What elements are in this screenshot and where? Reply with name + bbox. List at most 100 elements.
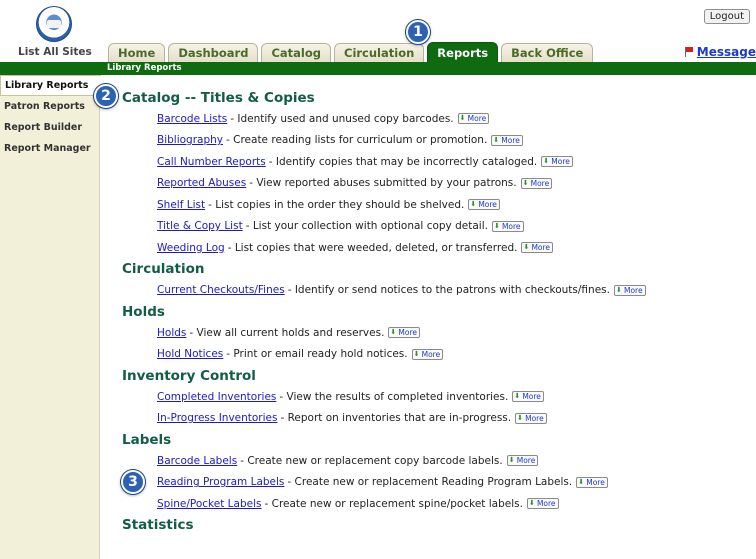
more-button[interactable]: ⬇ More	[515, 412, 547, 424]
tab-dashboard[interactable]: Dashboard	[168, 43, 259, 62]
callout-badge-1: 1	[406, 20, 430, 44]
more-button[interactable]: ⬇ More	[521, 242, 554, 254]
more-label: More	[586, 477, 605, 487]
more-label: More	[501, 135, 520, 145]
report-row: Completed Inventories - View the results …	[122, 386, 756, 408]
section-title-statistics: Statistics	[122, 517, 194, 533]
more-button[interactable]: ⬇ More	[411, 348, 444, 360]
report-link-barcode-lists[interactable]: Barcode Lists	[157, 113, 227, 125]
more-label: More	[501, 221, 521, 231]
tab-back-office[interactable]: Back Office	[501, 43, 594, 62]
section-title-labels: Labels	[122, 431, 172, 448]
report-link-spine-pocket-labels[interactable]: Spine/Pocket Labels	[157, 498, 261, 510]
report-link-barcode-labels[interactable]: Barcode Labels	[157, 455, 237, 467]
report-link-call-number-reports[interactable]: Call Number Reports	[157, 156, 266, 168]
report-description: - Create new or replacement copy barcode…	[240, 454, 503, 467]
report-link-current-checkouts-fines[interactable]: Current Checkouts/Fines	[157, 284, 285, 296]
chevron-down-icon: ⬇	[508, 456, 515, 465]
breadcrumb: Library Reports	[107, 63, 182, 73]
list-all-sites-link[interactable]: List All Sites	[18, 46, 92, 58]
report-description: - Report on inventories that are in-prog…	[280, 412, 512, 425]
more-button[interactable]: ⬇ More	[491, 220, 524, 232]
report-row: Barcode Lists - Identify used and unused …	[122, 108, 756, 130]
report-link-holds[interactable]: Holds	[157, 327, 186, 339]
report-link-completed-inventories[interactable]: Completed Inventories	[157, 391, 276, 403]
sidebar-item-library-reports[interactable]: Library Reports	[0, 75, 101, 96]
section-title-holds: Holds	[122, 303, 165, 320]
section-title-catalog-titles-copies: Catalog -- Titles & Copies	[122, 89, 315, 106]
tab-home[interactable]: Home	[108, 43, 166, 62]
tab-catalog[interactable]: Catalog	[261, 43, 331, 62]
report-link-shelf-list[interactable]: Shelf List	[157, 199, 205, 211]
report-row: Holds - View all current holds and reserv…	[122, 322, 756, 344]
chevron-down-icon: ⬇	[522, 178, 529, 187]
more-label: More	[531, 243, 551, 253]
chevron-down-icon: ⬇	[459, 114, 466, 123]
chevron-down-icon: ⬇	[493, 135, 500, 144]
report-row: Title & Copy List - List your collection …	[122, 216, 756, 238]
chevron-down-icon: ⬇	[543, 157, 550, 166]
breadcrumb-bar: Library Reports	[0, 62, 756, 75]
report-description: - List copies in the order they should b…	[208, 198, 465, 211]
report-row: Spine/Pocket Labels - Create new or repla…	[122, 493, 756, 515]
chevron-down-icon: ⬇	[528, 499, 535, 508]
report-description: - View the results of completed inventor…	[279, 390, 509, 403]
app-header: List All Sites Logout Message Home Dashbo…	[0, 0, 756, 62]
report-row: Barcode Labels - Create new or replacemen…	[122, 450, 756, 472]
sidebar-item-report-builder[interactable]: Report Builder	[0, 117, 99, 138]
more-label: More	[421, 349, 441, 359]
more-button[interactable]: ⬇ More	[613, 284, 646, 296]
more-button[interactable]: ⬇ More	[526, 498, 559, 510]
more-button[interactable]: ⬇ More	[520, 177, 553, 189]
report-description: - Create new or replacement Reading Prog…	[287, 476, 573, 489]
report-description: - List your collection with optional cop…	[245, 220, 488, 233]
report-link-hold-notices[interactable]: Hold Notices	[157, 348, 223, 360]
chevron-down-icon: ⬇	[413, 349, 420, 358]
more-button[interactable]: ⬇ More	[541, 156, 573, 168]
message-label: Message	[696, 45, 756, 59]
more-label: More	[478, 200, 497, 210]
more-button[interactable]: ⬇ More	[468, 199, 500, 211]
report-description: - View all current holds and reserves.	[189, 326, 385, 339]
site-logo-icon[interactable]	[36, 6, 72, 42]
report-description: - View reported abuses submitted by your…	[249, 177, 517, 190]
more-button[interactable]: ⬇ More	[512, 391, 544, 403]
message-link[interactable]: Message	[684, 45, 756, 59]
sidebar-item-report-manager[interactable]: Report Manager	[0, 138, 99, 159]
report-link-reading-program-labels[interactable]: Reading Program Labels	[157, 476, 284, 488]
more-label: More	[467, 114, 487, 124]
reports-list: Catalog -- Titles & Copies Barcode Lists -…	[100, 75, 756, 559]
sidebar-item-patron-reports[interactable]: Patron Reports	[0, 96, 99, 117]
chevron-down-icon: ⬇	[578, 477, 585, 486]
report-link-bibliography[interactable]: Bibliography	[157, 134, 223, 146]
section-title-circulation: Circulation	[122, 261, 205, 277]
report-link-reported-abuses[interactable]: Reported Abuses	[157, 177, 246, 189]
more-button[interactable]: ⬇ More	[576, 476, 608, 488]
more-label: More	[516, 456, 536, 466]
more-label: More	[398, 328, 418, 338]
report-link-title-copy-list[interactable]: Title & Copy List	[157, 220, 243, 232]
report-row: Shelf List - List copies in the order the…	[122, 194, 756, 216]
report-row: Weeding Log - List copies that were weede…	[122, 237, 756, 259]
more-label: More	[551, 157, 570, 167]
more-button[interactable]: ⬇ More	[388, 327, 421, 339]
more-label: More	[522, 392, 541, 402]
logout-button[interactable]: Logout	[703, 9, 750, 24]
chevron-down-icon: ⬇	[390, 328, 397, 337]
chevron-down-icon: ⬇	[470, 200, 477, 209]
report-link-weeding-log[interactable]: Weeding Log	[157, 242, 225, 254]
report-row: Current Checkouts/Fines - Identify or sen…	[122, 280, 756, 302]
chevron-down-icon: ⬇	[615, 285, 622, 294]
report-row: In-Progress Inventories - Report on inven…	[122, 408, 756, 430]
tab-circulation[interactable]: Circulation	[334, 43, 425, 62]
report-description: - Create new or replacement spine/pocket…	[264, 497, 523, 510]
report-link-in-progress-inventories[interactable]: In-Progress Inventories	[157, 412, 277, 424]
more-label: More	[623, 285, 643, 295]
more-button[interactable]: ⬇ More	[491, 134, 523, 146]
more-button[interactable]: ⬇ More	[457, 113, 490, 125]
tab-reports[interactable]: Reports	[427, 42, 499, 62]
callout-badge-2: 2	[94, 84, 118, 108]
report-description: - List copies that were weeded, deleted,…	[227, 241, 518, 254]
more-button[interactable]: ⬇ More	[506, 455, 539, 467]
report-row: Reading Program Labels - Create new or re…	[122, 472, 756, 494]
